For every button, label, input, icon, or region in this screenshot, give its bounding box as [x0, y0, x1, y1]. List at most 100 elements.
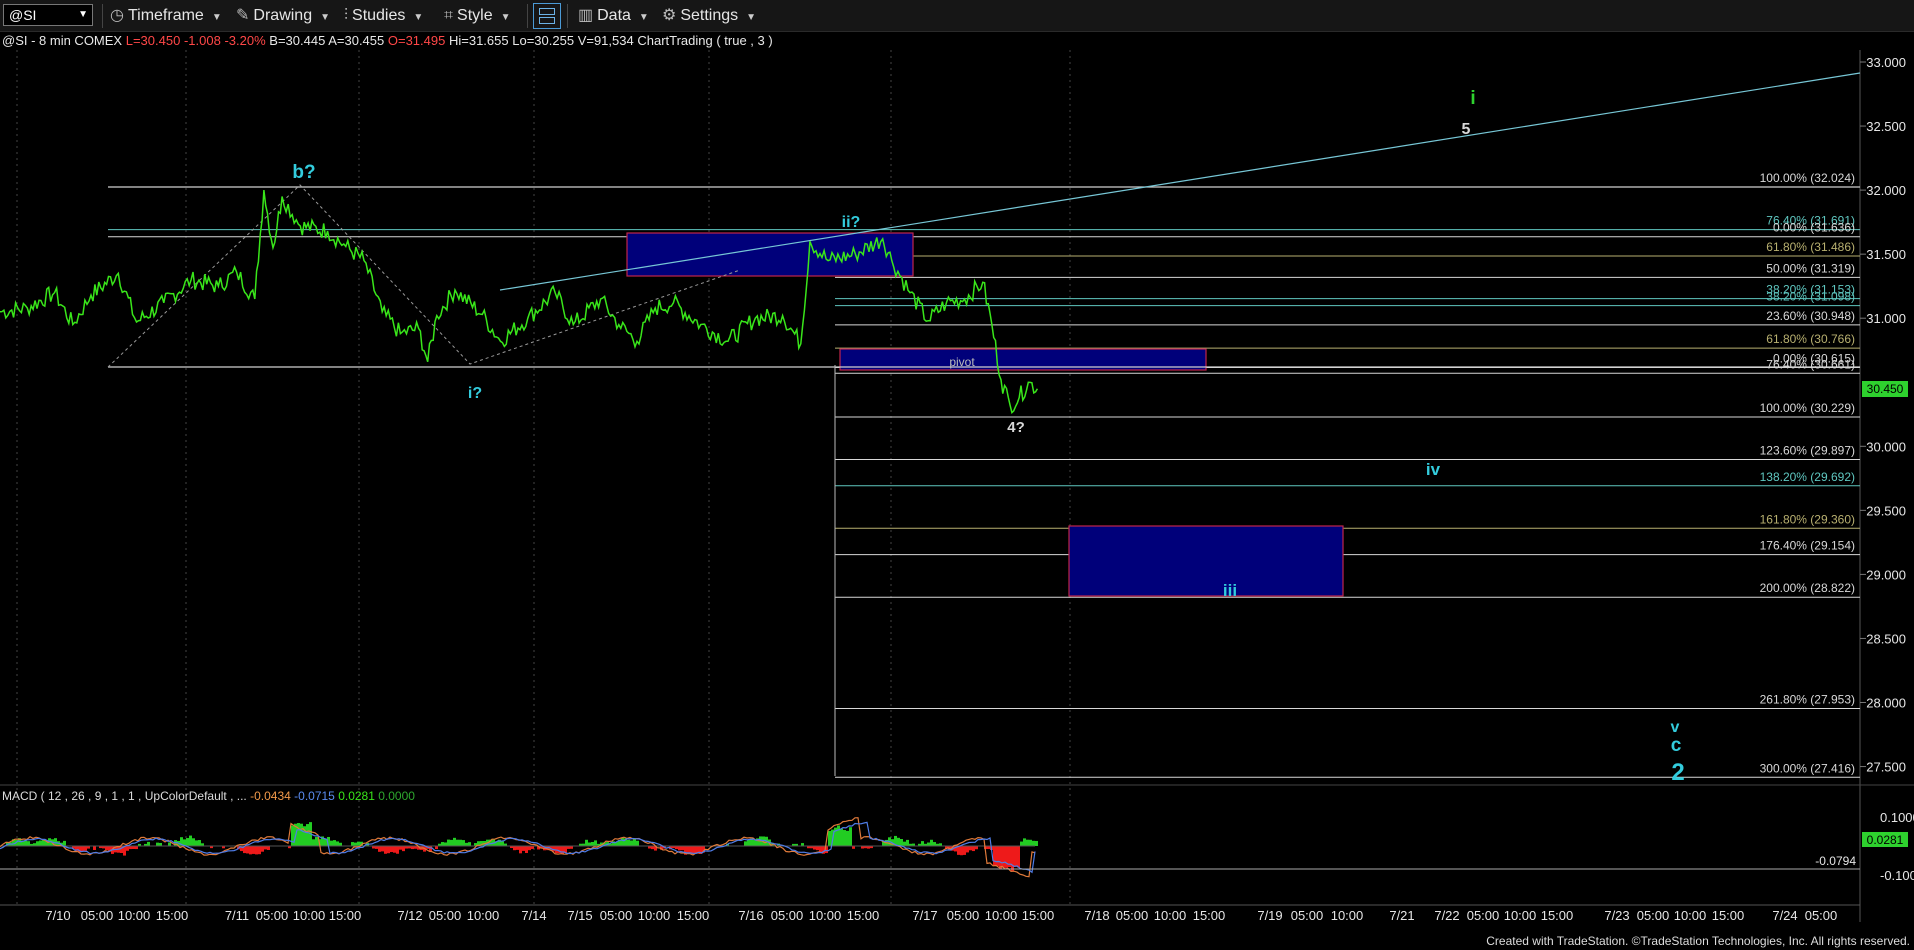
macd-histogram-bar [960, 846, 963, 856]
macd-histogram-bar [1035, 840, 1038, 846]
macd-histogram-bar [84, 846, 87, 851]
macd-histogram-bar [312, 839, 315, 846]
time-tick-label: 05:00 [81, 908, 114, 923]
time-tick-label: 10:00 [118, 908, 151, 923]
macd-histogram-bar [621, 837, 624, 846]
time-tick-label: 05:00 [429, 908, 462, 923]
macd-histogram-bar [1032, 840, 1035, 846]
time-tick-label: 05:00 [771, 908, 804, 923]
macd-histogram-bar [516, 846, 519, 850]
time-tick-label: 05:00 [1291, 908, 1324, 923]
macd-histogram-bar [27, 841, 30, 846]
macd-histogram-bar [513, 846, 516, 851]
macd-v3: 0.0281 [338, 789, 375, 803]
macd-v4: 0.0000 [378, 789, 415, 803]
macd-histogram-bar [186, 838, 189, 846]
macd-histogram-bar [678, 846, 681, 851]
macd-histogram-bar [258, 846, 261, 855]
macd-histogram-bar [522, 846, 525, 851]
macd-histogram-bar [396, 846, 399, 854]
macd-histogram-bar [1029, 839, 1032, 846]
time-tick-label: 15:00 [1193, 908, 1226, 923]
macd-histogram-bar [453, 837, 456, 846]
macd-histogram-bar [444, 842, 447, 846]
macd-histogram-bar [24, 840, 27, 846]
macd-histogram-bar [519, 846, 522, 854]
macd-histogram-bar [591, 841, 594, 846]
wave-label-green-i: i [1470, 88, 1475, 109]
macd-histogram-bar [330, 840, 333, 846]
macd-histogram-bar [528, 846, 531, 851]
time-tick-label: 15:00 [677, 908, 710, 923]
fib-level-label: 261.80% (27.953) [1760, 693, 1855, 707]
macd-params: MACD ( 12 , 26 , 9 , 1 , 1 , UpColorDefa… [2, 789, 247, 803]
macd-histogram-bar [357, 841, 360, 846]
day-grid [16, 50, 1071, 905]
macd-histogram-bar [681, 846, 684, 851]
macd-histogram-bar [840, 828, 843, 846]
time-tick-label: 10:00 [1674, 908, 1707, 923]
macd-histogram-bar [126, 846, 129, 851]
macd-histogram-bar [897, 837, 900, 846]
macd-histogram-bar [456, 839, 459, 846]
macd-histogram-bar [261, 846, 264, 852]
time-tick-label: 7/15 [567, 908, 592, 923]
macd-histogram-bar [192, 838, 195, 846]
macd-histogram-bar [381, 846, 384, 852]
time-tick-label: 10:00 [638, 908, 671, 923]
time-tick-label: 05:00 [1637, 908, 1670, 923]
macd-histogram-bar [963, 846, 966, 855]
time-tick-label: 7/19 [1257, 908, 1282, 923]
fib-level-label: 123.60% (29.897) [1760, 443, 1855, 457]
macd-histogram-bar [927, 842, 930, 846]
macd-histogram-bar [501, 841, 504, 846]
wave-label-4: 4? [1007, 419, 1025, 436]
macd-histogram-bar [588, 842, 591, 846]
macd-histogram-bar [195, 840, 198, 846]
wave-label-5: 5 [1462, 121, 1471, 138]
fib-level-label: 23.60% (30.948) [1766, 309, 1855, 323]
macd-histogram-bar [267, 846, 270, 851]
price-tick-label: 27.500 [1866, 760, 1906, 775]
macd-histogram-bar [636, 840, 639, 846]
macd-histogram-bar [1002, 846, 1005, 868]
fib-level-label: 161.80% (29.360) [1760, 512, 1855, 526]
price-tick-label: 31.500 [1866, 247, 1906, 262]
macd-v1: -0.0434 [250, 789, 291, 803]
macd-histogram-bar [996, 846, 999, 866]
fib-level-label: 0.00% (31.636) [1773, 221, 1855, 235]
price-tick-label: 28.500 [1866, 631, 1906, 646]
macd-histogram-bar [921, 841, 924, 846]
fib-level-label: 300.00% (27.416) [1760, 761, 1855, 775]
macd-histogram-bar [972, 846, 975, 852]
macd-histogram-bar [903, 841, 906, 846]
fib-level-label: 200.00% (28.822) [1760, 581, 1855, 595]
macd-histogram-bar [843, 830, 846, 846]
macd-histogram-bar [693, 846, 696, 854]
macd-histogram-bar [900, 839, 903, 846]
time-tick-label: 10:00 [985, 908, 1018, 923]
time-tick-label: 15:00 [329, 908, 362, 923]
price-axis: 33.000 32.500 32.000 31.500 31.000 30.000 29.5… [1860, 55, 1906, 775]
macd-histogram-bar [933, 842, 936, 846]
fib-level-label: 61.80% (31.486) [1766, 240, 1855, 254]
time-tick-label: 7/14 [521, 908, 546, 923]
macd-histogram-bar [1011, 846, 1014, 871]
macd-histogram-bar [441, 842, 444, 846]
macd-histogram-bar [105, 846, 108, 851]
wave-label-2: 2 [1671, 759, 1684, 786]
price-chart[interactable]: 100.00% (32.024)76.40% (31.691)0.00% (31… [0, 0, 1914, 950]
time-tick-label: 7/17 [912, 908, 937, 923]
macd-histogram-bar [252, 846, 255, 854]
macd-histogram-bar [246, 846, 249, 854]
macd-histogram-bar [966, 846, 969, 853]
macd-value-label: 0.0281 [1867, 833, 1904, 847]
macd-histogram-bar [819, 846, 822, 853]
macd-histogram-bar [1023, 838, 1026, 846]
trend-line [499, 72, 1861, 291]
macd-histogram-bar [189, 835, 192, 846]
time-tick-label: 10:00 [467, 908, 500, 923]
fib-level-label: 76.40% (30.661) [1766, 357, 1855, 371]
macd-histogram-bar [627, 839, 630, 846]
macd-histogram-bar [753, 839, 756, 846]
